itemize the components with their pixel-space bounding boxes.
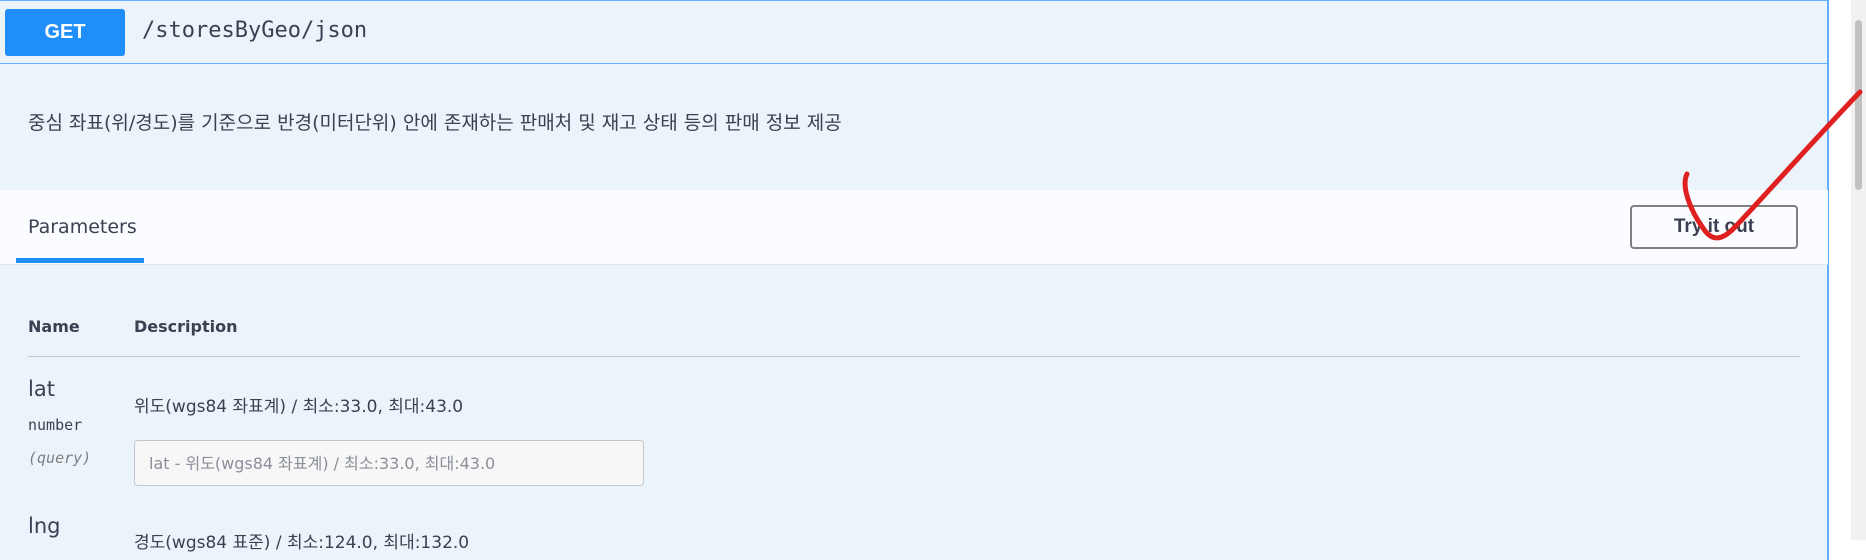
page-scrollbar[interactable] — [1851, 0, 1866, 540]
http-method-badge: GET — [5, 9, 125, 56]
param-lat-description: 위도(wgs84 좌표계) / 최소:33.0, 최대:43.0 — [134, 397, 464, 417]
operation-summary[interactable]: GET /storesByGeo/json — [0, 0, 1829, 64]
endpoint-path: /storesByGeo/json — [142, 18, 368, 43]
param-lng-name: lng — [28, 514, 61, 538]
header-divider — [28, 356, 1800, 357]
column-header-name: Name — [28, 317, 80, 336]
tab-active-indicator — [16, 258, 144, 263]
try-it-out-button[interactable]: Try it out — [1630, 205, 1798, 249]
param-lat-location: (query) — [28, 449, 92, 467]
tab-parameters-label: Parameters — [28, 216, 137, 238]
param-lat-type: number — [28, 416, 83, 434]
operation-description: 중심 좌표(위/경도)를 기준으로 반경(미터단위) 안에 존재하는 판매처 및… — [28, 112, 842, 134]
operation-block: GET /storesByGeo/json 중심 좌표(위/경도)를 기준으로 … — [0, 0, 1829, 560]
tab-parameters[interactable]: Parameters — [16, 190, 144, 263]
column-header-description: Description — [134, 317, 238, 336]
parameters-section-header: Parameters Try it out — [0, 190, 1828, 265]
param-lat-name: lat — [28, 377, 55, 401]
param-lng-description: 경도(wgs84 표준) / 최소:124.0, 최대:132.0 — [134, 533, 470, 553]
param-lat-input[interactable] — [134, 440, 644, 486]
scrollbar-thumb[interactable] — [1855, 20, 1862, 190]
